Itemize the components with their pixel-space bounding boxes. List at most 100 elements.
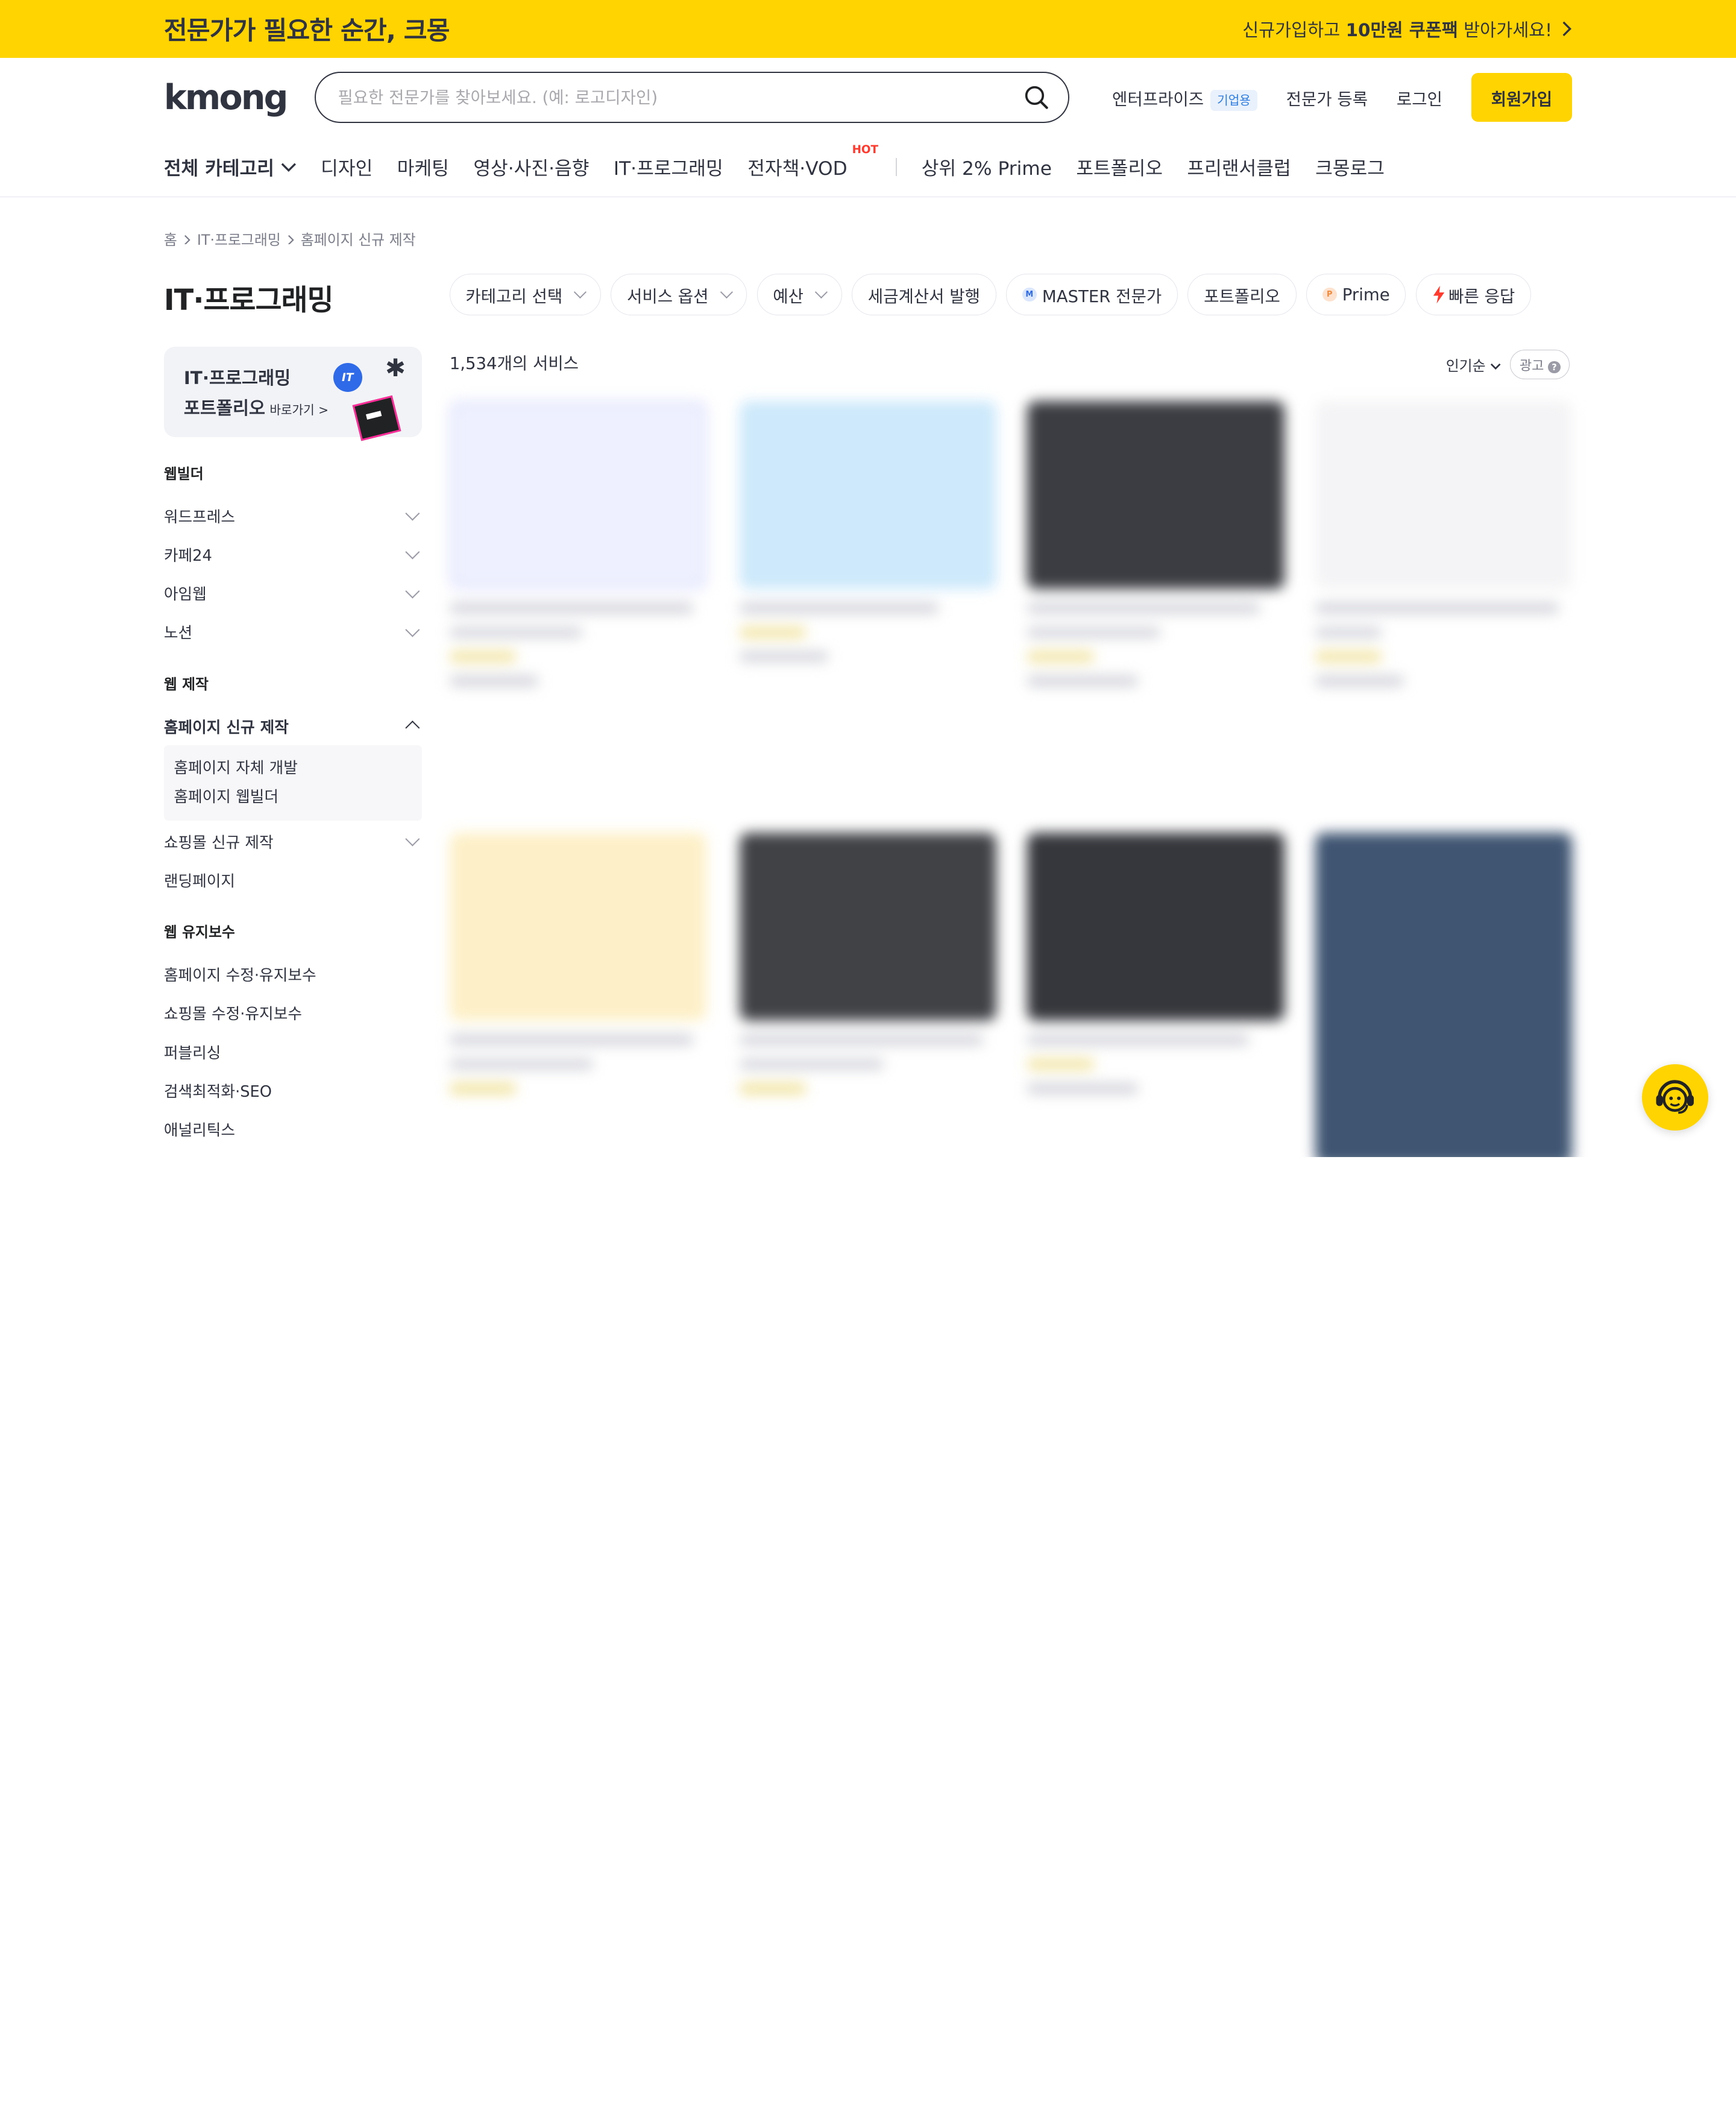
- prime-icon: P: [1322, 287, 1337, 302]
- category-nav: 전체 카테고리 디자인 마케팅 영상·사진·음향 IT·프로그래밍 전자책·VO…: [0, 137, 1736, 197]
- nav-video[interactable]: 영상·사진·음향: [473, 153, 589, 180]
- result-count: 1,534개의 서비스: [449, 354, 579, 374]
- filter-portfolio[interactable]: 포트폴리오: [1187, 273, 1297, 316]
- help-icon: ?: [1548, 361, 1561, 374]
- sidebar-item-analytics[interactable]: 애널리틱스: [164, 1110, 422, 1149]
- filter-prime[interactable]: P Prime: [1306, 273, 1406, 316]
- sidebar-item-imweb[interactable]: 아임웹: [164, 573, 422, 612]
- service-thumbnail: [739, 833, 996, 1021]
- sidebar-item-homepage-new[interactable]: 홈페이지 신규 제작: [164, 707, 422, 745]
- filter-tax-invoice[interactable]: 세금계산서 발행: [852, 273, 996, 316]
- search-input[interactable]: [335, 86, 960, 109]
- filter-category[interactable]: 카테고리 선택: [449, 273, 601, 316]
- breadcrumb-home[interactable]: 홈: [164, 228, 177, 249]
- nav-ebook[interactable]: 전자책·VOD HOT: [747, 144, 878, 180]
- kmong-logo[interactable]: kmong: [164, 78, 315, 118]
- nav-portfolio[interactable]: 포트폴리오: [1076, 153, 1163, 180]
- service-card[interactable]: [449, 833, 706, 1094]
- sidebar-item-wordpress[interactable]: 워드프레스: [164, 496, 422, 535]
- chevron-down-icon: [405, 544, 420, 560]
- sidebar-group-webbuilder: 웹빌더: [163, 465, 204, 482]
- page-root: 전문가가 필요한 순간, 크몽 신규가입하고 10만원 쿠폰팩 받아가세요! k…: [0, 0, 1736, 1158]
- search-bar[interactable]: [314, 72, 1070, 123]
- nav-divider: [896, 158, 898, 176]
- chevron-down-icon: [405, 831, 420, 847]
- service-thumbnail: [449, 833, 706, 1021]
- chevron-down-icon: [281, 163, 297, 172]
- promo-line1: IT·프로그래밍: [183, 368, 291, 389]
- service-thumbnail: [449, 400, 706, 590]
- signup-promo-link[interactable]: 신규가입하고 10만원 쿠폰팩 받아가세요!: [1242, 16, 1572, 42]
- promo-link[interactable]: 바로가기 >: [269, 403, 329, 417]
- header-nav: 엔터프라이즈 기업용 전문가 등록 로그인 회원가입: [1112, 73, 1573, 122]
- category-sidebar: 웹빌더 워드프레스 카페24 아임웹 노션 웹 제작 홈페이지 신규 제작 홈페…: [163, 462, 422, 1149]
- chevron-down-icon: [1491, 364, 1501, 370]
- sort-dropdown[interactable]: 인기순: [1446, 354, 1502, 375]
- page-title: IT·프로그래밍: [163, 284, 334, 318]
- chevron-up-icon: [405, 721, 420, 736]
- filter-bar: 카테고리 선택 서비스 옵션 예산 세금계산서 발행 M MASTER 전문가 포…: [449, 273, 1531, 316]
- service-card[interactable]: [449, 400, 706, 687]
- nav-design[interactable]: 디자인: [321, 153, 373, 180]
- sidebar-item-homepage-maint[interactable]: 홈페이지 수정·유지보수: [164, 954, 422, 993]
- chevron-down-icon: [405, 584, 420, 598]
- promo-text: 신규가입하고 10만원 쿠폰팩 받아가세요!: [1242, 19, 1553, 40]
- nav-prime[interactable]: 상위 2% Prime: [922, 153, 1052, 180]
- service-card[interactable]: [1027, 400, 1285, 687]
- banner-title: 전문가가 필요한 순간, 크몽: [163, 16, 450, 46]
- chevron-right-icon: [288, 235, 294, 245]
- hot-badge: HOT: [852, 143, 879, 156]
- expert-register-link[interactable]: 전문가 등록: [1286, 86, 1368, 110]
- sidebar-item-seo[interactable]: 검색최적화·SEO: [164, 1071, 422, 1109]
- chevron-right-icon: [184, 235, 190, 245]
- filter-master[interactable]: M MASTER 전문가: [1006, 273, 1178, 316]
- service-card[interactable]: [1315, 400, 1573, 687]
- sidebar-item-publishing[interactable]: 퍼블리싱: [164, 1032, 422, 1071]
- customer-support-button[interactable]: [1641, 1064, 1708, 1131]
- service-thumbnail: [1315, 400, 1573, 590]
- filter-budget[interactable]: 예산: [756, 273, 842, 316]
- nav-it[interactable]: IT·프로그래밍: [614, 153, 723, 180]
- search-icon[interactable]: [1024, 85, 1048, 110]
- service-thumbnail: [1315, 833, 1573, 1158]
- master-icon: M: [1022, 287, 1037, 302]
- breadcrumb-current[interactable]: 홈페이지 신규 제작: [301, 228, 416, 249]
- sidebar-item-shoppingmall-new[interactable]: 쇼핑몰 신규 제작: [164, 822, 422, 860]
- sidebar-item-shoppingmall-maint[interactable]: 쇼핑몰 수정·유지보수: [164, 994, 422, 1032]
- service-thumbnail: [1027, 833, 1285, 1021]
- chevron-down-icon: [720, 286, 733, 299]
- sidebar-group-maintenance: 웹 유지보수: [163, 924, 235, 941]
- header: kmong 엔터프라이즈기업용 전문가 등록 로그인 회원가입: [0, 58, 1736, 137]
- sidebar-item-landing[interactable]: 랜딩페이지: [164, 860, 422, 899]
- asterisk-icon: ✱: [385, 353, 406, 382]
- enterprise-badge: 기업용: [1210, 90, 1257, 112]
- sidebar-item-cafe24[interactable]: 카페24: [164, 535, 422, 573]
- breadcrumb-it[interactable]: IT·프로그래밍: [197, 228, 281, 249]
- sidebar-subcategory-list: 홈페이지 자체 개발 홈페이지 웹빌더: [163, 745, 422, 821]
- service-card[interactable]: [739, 400, 996, 663]
- sort-controls: 인기순 광고 ?: [1446, 350, 1570, 380]
- portfolio-promo-card[interactable]: IT·프로그래밍 포트폴리오 바로가기 > IT ✱: [163, 346, 422, 441]
- it-badge-icon: IT: [333, 363, 362, 393]
- nav-freelancer-club[interactable]: 프리랜서클럽: [1187, 153, 1291, 180]
- nav-kmong-log[interactable]: 크몽로그: [1315, 153, 1385, 180]
- enterprise-link[interactable]: 엔터프라이즈 기업용: [1112, 86, 1257, 112]
- nav-marketing[interactable]: 마케팅: [397, 153, 449, 180]
- login-link[interactable]: 로그인: [1397, 86, 1442, 110]
- chevron-down-icon: [574, 286, 587, 299]
- ad-info-button[interactable]: 광고 ?: [1510, 350, 1570, 380]
- sidebar-item-notion[interactable]: 노션: [164, 613, 422, 651]
- lightning-icon: [1433, 285, 1444, 304]
- service-card[interactable]: [739, 833, 996, 1094]
- top-banner[interactable]: 전문가가 필요한 순간, 크몽 신규가입하고 10만원 쿠폰팩 받아가세요!: [0, 0, 1736, 58]
- service-thumbnail: [1027, 400, 1285, 590]
- filter-service-option[interactable]: 서비스 옵션: [611, 273, 747, 316]
- service-card[interactable]: [1027, 833, 1285, 1094]
- sidebar-sub-custom-dev[interactable]: 홈페이지 자체 개발: [174, 754, 412, 783]
- service-thumbnail: [739, 400, 996, 590]
- service-card[interactable]: [1315, 833, 1573, 1158]
- sidebar-sub-webbuilder[interactable]: 홈페이지 웹빌더: [174, 783, 412, 812]
- join-button[interactable]: 회원가입: [1471, 73, 1573, 122]
- all-categories-button[interactable]: 전체 카테고리: [164, 153, 297, 180]
- filter-fast-response[interactable]: 빠른 응답: [1415, 273, 1531, 316]
